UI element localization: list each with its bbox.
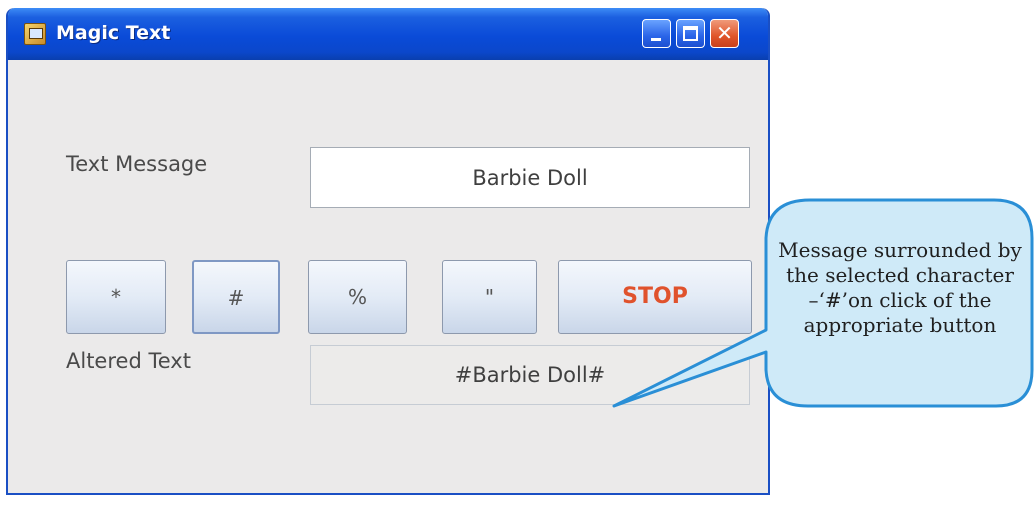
callout-text: Message surrounded by the selected chara… xyxy=(778,238,1022,337)
